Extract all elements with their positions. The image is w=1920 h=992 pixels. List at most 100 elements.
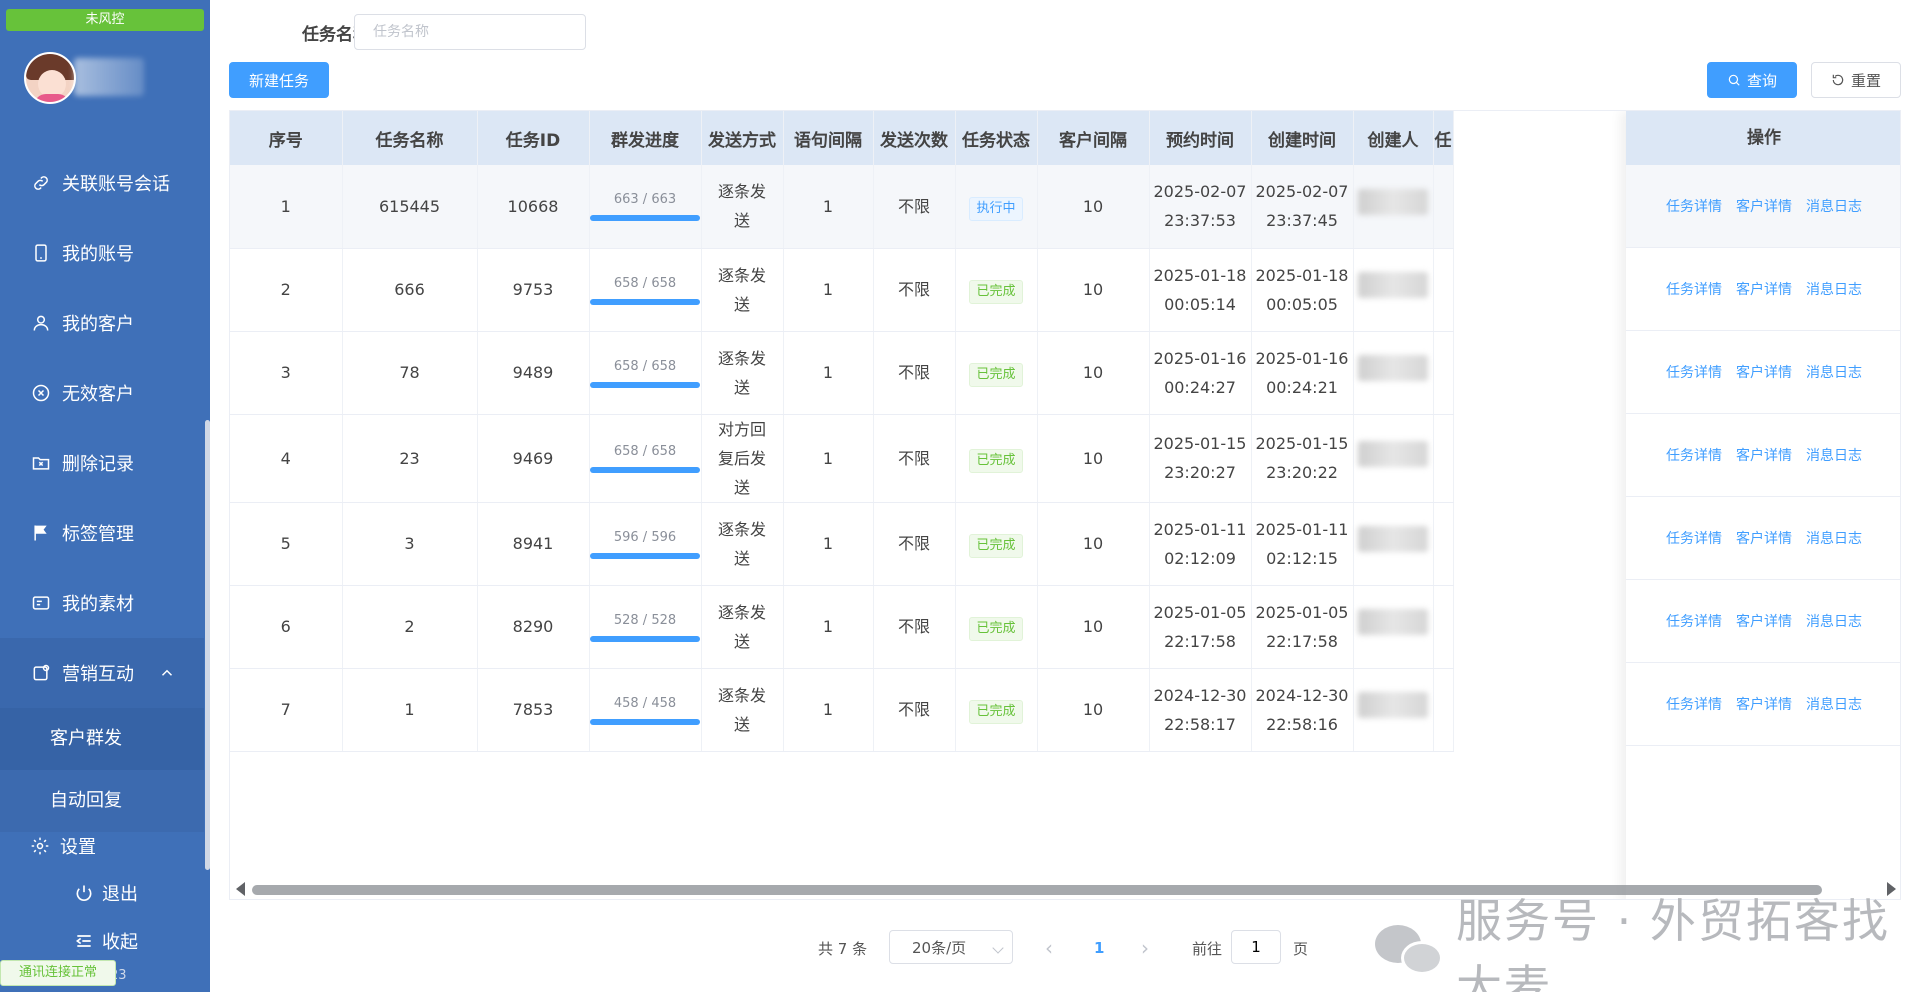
logout-button[interactable]: 退出 — [74, 880, 138, 906]
table-row[interactable]: 2 666 9753 658 / 658 逐条发送 1 不限 已完成 10 2025-01-18 0… — [230, 248, 1454, 332]
cell-sentence-interval: 1 — [783, 585, 874, 669]
sidebar-item-marketing[interactable]: 营销互动 — [0, 638, 204, 708]
sidebar-item-my-accounts[interactable]: 我的账号 — [0, 218, 204, 288]
created-date: 2025-01-16 — [1255, 348, 1349, 368]
message-log-link[interactable]: 消息日志 — [1806, 196, 1862, 216]
chevron-down-icon — [992, 942, 1004, 954]
cell-customer-interval: 10 — [1037, 668, 1150, 752]
collapse-button[interactable]: 收起 — [74, 928, 138, 954]
message-log-link[interactable]: 消息日志 — [1806, 694, 1862, 714]
collapse-menu-icon — [75, 935, 91, 947]
watermark-text: 服务号 · 外贸拓客找大麦 — [1456, 894, 1890, 992]
message-log-link[interactable]: 消息日志 — [1806, 279, 1862, 299]
table-row[interactable]: 1 615445 10668 663 / 663 逐条发送 1 不限 执行中 10 2025-02… — [230, 165, 1454, 249]
cell-task-id: 7853 — [477, 668, 590, 752]
cell-created-time: 2025-01-16 00:24:21 — [1251, 331, 1354, 415]
column-header: 语句间隔 — [783, 111, 874, 165]
task-detail-link[interactable]: 任务详情 — [1666, 611, 1722, 631]
customer-detail-link[interactable]: 客户详情 — [1736, 362, 1792, 382]
cell-creator — [1353, 165, 1434, 249]
goto-page-input[interactable] — [1231, 930, 1281, 964]
flag-icon — [30, 522, 52, 544]
customer-detail-link[interactable]: 客户详情 — [1736, 528, 1792, 548]
sidebar-item-delete-records[interactable]: 删除记录 — [0, 428, 204, 498]
customer-detail-link[interactable]: 客户详情 — [1736, 196, 1792, 216]
cell-creator — [1353, 502, 1434, 586]
cell-customer-interval: 10 — [1037, 502, 1150, 586]
sidebar-item-my-customers[interactable]: 我的客户 — [0, 288, 204, 358]
task-name-input[interactable] — [354, 14, 586, 50]
message-log-link[interactable]: 消息日志 — [1806, 362, 1862, 382]
customer-detail-link[interactable]: 客户详情 — [1736, 694, 1792, 714]
sidebar-item-linked-sessions[interactable]: 关联账号会话 — [0, 148, 204, 218]
scheduled-date: 2025-01-18 — [1153, 265, 1247, 285]
reset-label: 重置 — [1850, 71, 1881, 90]
status-badge: 已完成 — [969, 617, 1023, 641]
query-button[interactable]: 查询 — [1707, 62, 1797, 98]
task-detail-link[interactable]: 任务详情 — [1666, 362, 1722, 382]
creator-blurred — [1358, 355, 1428, 381]
prev-page-button[interactable]: ‹ — [1045, 930, 1053, 966]
column-header: 创建时间 — [1251, 111, 1354, 165]
page-size-select[interactable]: 20条/页 — [889, 930, 1013, 964]
task-detail-link[interactable]: 任务详情 — [1666, 196, 1722, 216]
table-row[interactable]: 5 3 8941 596 / 596 逐条发送 1 不限 已完成 10 2025-01-11 02:… — [230, 502, 1454, 586]
status-badge: 已完成 — [969, 363, 1023, 387]
progress-text: 663 / 663 — [613, 192, 677, 208]
cell-task-name: 1 — [342, 668, 478, 752]
avatar[interactable] — [24, 52, 76, 104]
table-row[interactable]: 4 23 9469 658 / 658 对方回复后发送 1 不限 已完成 10 2025-01-1… — [230, 414, 1454, 503]
reset-button[interactable]: 重置 — [1811, 62, 1901, 98]
scheduled-clock: 00:24:27 — [1164, 377, 1236, 397]
cell-task-name: 2 — [342, 585, 478, 669]
creator-blurred — [1358, 609, 1428, 635]
table-row[interactable]: 6 2 8290 528 / 528 逐条发送 1 不限 已完成 10 2025-01-05 22:… — [230, 585, 1454, 669]
task-detail-link[interactable]: 任务详情 — [1666, 279, 1722, 299]
cell-send-mode: 对方回复后发送 — [701, 414, 784, 503]
cell-task-name: 666 — [342, 248, 478, 332]
progress-bar — [590, 552, 700, 559]
task-detail-link[interactable]: 任务详情 — [1666, 528, 1722, 548]
message-log-link[interactable]: 消息日志 — [1806, 611, 1862, 631]
user-icon — [30, 312, 52, 334]
cell-scheduled-time: 2025-02-07 23:37:53 — [1149, 165, 1252, 249]
table-row[interactable]: 7 1 7853 458 / 458 逐条发送 1 不限 已完成 10 2024-12-30 22:… — [230, 668, 1454, 752]
sidebar-item-my-materials[interactable]: 我的素材 — [0, 568, 204, 638]
cell-send-count: 不限 — [873, 248, 956, 332]
scheduled-date: 2024-12-30 — [1153, 685, 1247, 705]
table-row[interactable]: 3 78 9489 658 / 658 逐条发送 1 不限 已完成 10 2025-01-16 00… — [230, 331, 1454, 415]
cell-progress: 658 / 658 — [589, 331, 702, 415]
cell-task-id: 9469 — [477, 414, 590, 503]
sidebar-item-tag-management[interactable]: 标签管理 — [0, 498, 204, 568]
search-icon — [1728, 74, 1740, 86]
customer-detail-link[interactable]: 客户详情 — [1736, 445, 1792, 465]
message-log-link[interactable]: 消息日志 — [1806, 445, 1862, 465]
page-number-1[interactable]: 1 — [1094, 930, 1104, 966]
sidebar-item-settings[interactable]: 设置 — [0, 820, 204, 872]
customer-detail-link[interactable]: 客户详情 — [1736, 279, 1792, 299]
created-clock: 00:05:05 — [1266, 294, 1338, 314]
creator-blurred — [1358, 272, 1428, 298]
cell-truncated — [1433, 248, 1454, 332]
task-detail-link[interactable]: 任务详情 — [1666, 694, 1722, 714]
cell-no: 1 — [230, 165, 343, 249]
scroll-left-arrow-icon[interactable] — [236, 882, 245, 896]
cell-task-name: 615445 — [342, 165, 478, 249]
scheduled-clock: 23:37:53 — [1164, 211, 1236, 231]
message-log-link[interactable]: 消息日志 — [1806, 528, 1862, 548]
cell-send-count: 不限 — [873, 414, 956, 503]
column-header: 任务名称 — [342, 111, 478, 165]
cell-no: 3 — [230, 331, 343, 415]
column-header: 创建人 — [1353, 111, 1434, 165]
task-detail-link[interactable]: 任务详情 — [1666, 445, 1722, 465]
refresh-icon — [1832, 74, 1844, 86]
goto-label: 前往 — [1192, 939, 1223, 958]
new-task-button[interactable]: 新建任务 — [229, 62, 329, 98]
next-page-button[interactable]: › — [1141, 930, 1149, 966]
ops-row: 任务详情 客户详情 消息日志 — [1626, 248, 1900, 331]
submenu-item-mass-send[interactable]: 客户群发 — [0, 708, 204, 770]
customer-detail-link[interactable]: 客户详情 — [1736, 611, 1792, 631]
sidebar-item-invalid-customers[interactable]: 无效客户 — [0, 358, 204, 428]
cell-progress: 596 / 596 — [589, 502, 702, 586]
wechat-logo-icon — [1375, 923, 1443, 979]
